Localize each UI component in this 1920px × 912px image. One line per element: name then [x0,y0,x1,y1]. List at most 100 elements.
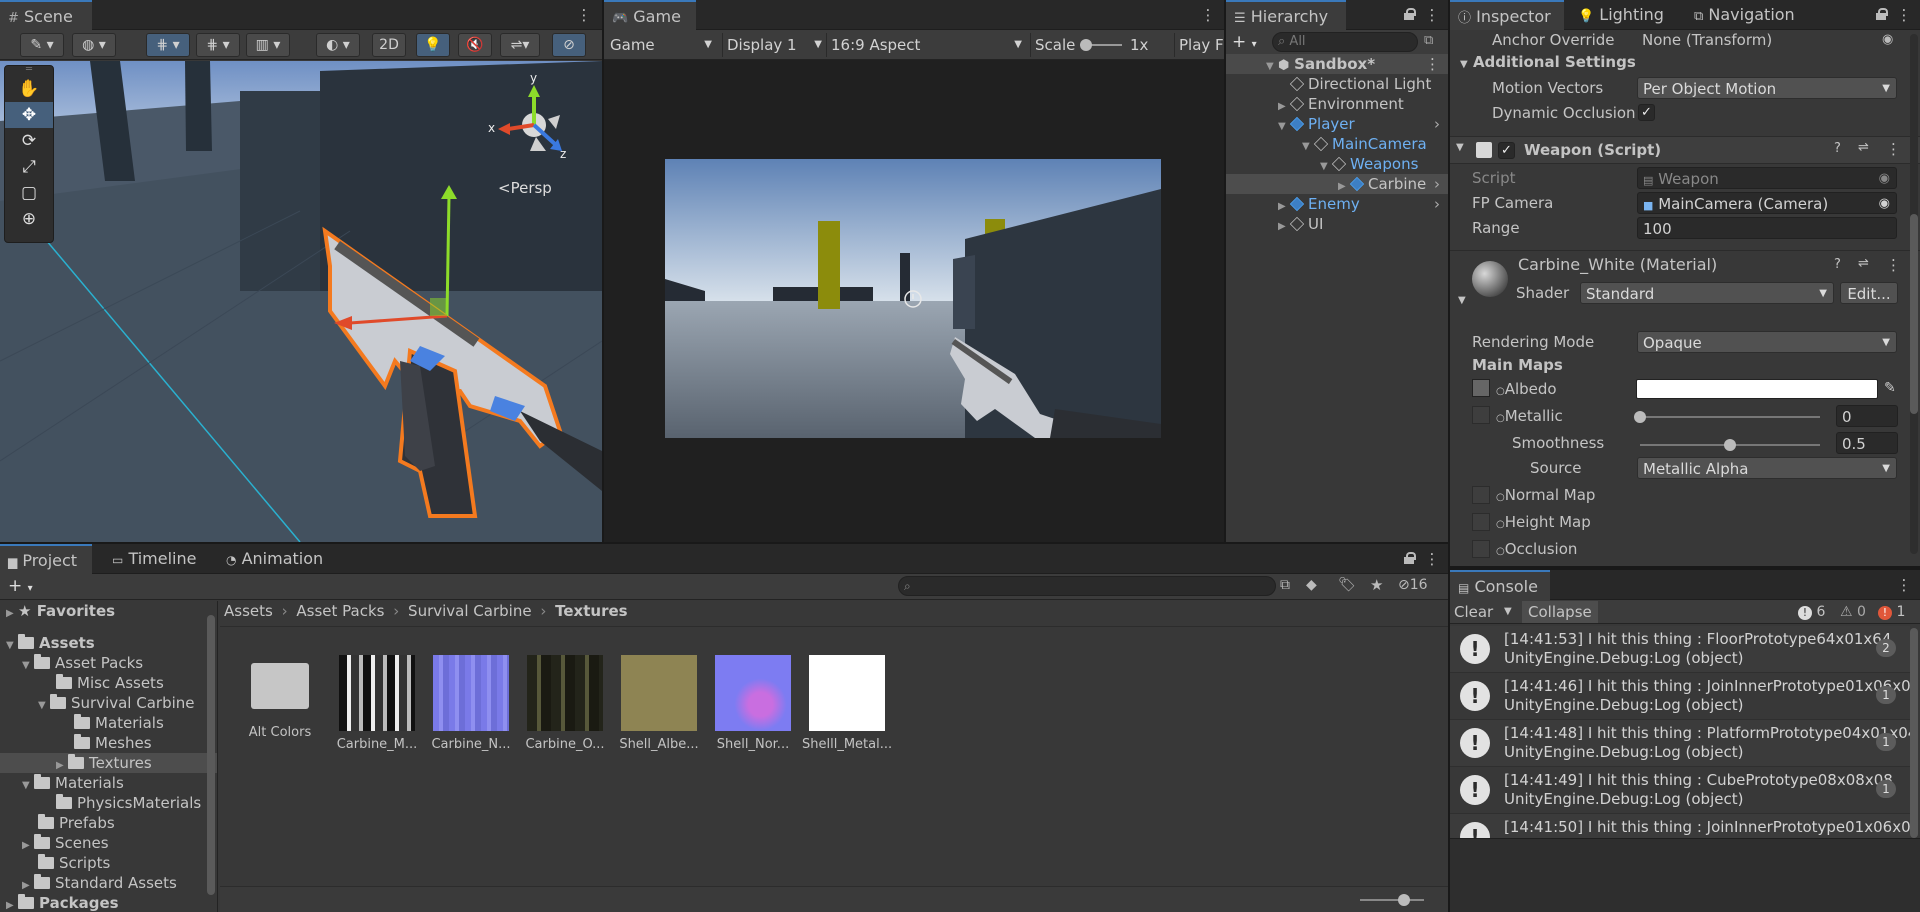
asset-shell-albedo[interactable]: Shell_Albe... [614,655,704,752]
effects-toggle-icon[interactable]: ⇌▾ [500,33,540,57]
tab-scene[interactable]: # Scene [0,0,92,30]
inspector-scrollbar[interactable] [1910,34,1918,554]
asset-carbine-o[interactable]: Carbine_O... [520,655,610,752]
smoothness-slider[interactable] [1640,439,1820,451]
preset-icon[interactable]: ⇌ [1858,256,1869,271]
tree-item-materials[interactable]: Materials [0,713,217,733]
toggle-2d-button[interactable]: 2D [372,33,406,57]
hierarchy-item-weapons[interactable]: ▼ Weapons [1226,154,1448,174]
console-menu-icon[interactable]: ⋮ [1896,570,1912,600]
chevron-right-icon[interactable]: › [1434,174,1440,194]
inspector-scrollbar-thumb[interactable] [1910,214,1918,414]
help-icon[interactable]: ? [1834,257,1841,272]
aspect-dropdown[interactable]: 16:9 Aspect ▼ [826,33,1026,57]
smoothness-slider-thumb[interactable] [1724,439,1736,451]
hierarchy-item-directional-light[interactable]: Directional Light [1226,74,1448,94]
inspector-menu-icon[interactable]: ⋮ [1896,0,1912,30]
height-map-texture-slot[interactable] [1472,513,1490,531]
filter-by-type-icon[interactable]: ◆ [1306,577,1317,593]
hierarchy-item-environment[interactable]: ▶ Environment [1226,94,1448,114]
hidden-packages-toggle[interactable]: ⊘16 [1398,577,1428,593]
draw-mode-button[interactable]: ✎ ▾ [20,33,64,57]
component-menu-icon[interactable]: ⋮ [1886,140,1901,158]
log-entry[interactable]: ! [14:41:46] I hit this thing : JoinInne… [1450,673,1910,720]
transform-tool-icon[interactable]: ⊕ [5,206,53,232]
orientation-gizmo[interactable]: y x z [486,71,576,161]
lock-icon[interactable] [1404,8,1416,20]
log-filter-toggle[interactable]: ! 6 [1798,602,1825,622]
chevron-right-icon[interactable]: › [1434,114,1440,134]
hierarchy-item-enemy[interactable]: ▶ Enemy › [1226,194,1448,214]
play-focused-dropdown[interactable]: Play F [1174,33,1224,57]
asset-alt-colors[interactable]: Alt Colors [240,655,320,740]
hierarchy-item-sandbox[interactable]: ▼ ⬢ Sandbox* ⋮ [1226,54,1448,74]
range-field[interactable]: 100 [1637,217,1897,239]
tree-item-asset-packs[interactable]: ▼ Asset Packs [0,653,217,673]
albedo-texture-slot[interactable] [1472,379,1490,397]
favorites-foldout[interactable]: ▶ ★ Favorites [0,601,217,621]
rendering-mode-dropdown[interactable]: Opaque ▼ [1637,331,1897,353]
clear-options-dropdown[interactable]: ▼ [1504,601,1512,623]
chevron-right-icon[interactable]: › [1434,194,1440,214]
tab-project[interactable]: ▆ Project [0,544,92,574]
game-menu-icon[interactable]: ⋮ [1200,0,1216,30]
thumbnail-size-thumb[interactable] [1398,894,1410,906]
tree-item-assets[interactable]: ▼ Assets [0,633,217,653]
game-view-dropdown[interactable]: Game ▼ [606,33,716,57]
tree-item-survival-carbine[interactable]: ▼ Survival Carbine [0,693,217,713]
metallic-texture-slot[interactable] [1472,406,1490,424]
foldout-arrow-icon[interactable]: ▼ [1458,295,1466,306]
target-picker-icon[interactable]: ◉ [1882,32,1893,47]
hierarchy-item-player[interactable]: ▼ Player › [1226,114,1448,134]
hierarchy-search-input[interactable]: ⌕ All [1272,32,1418,52]
search-by-type-icon[interactable]: ⧉ [1280,577,1290,593]
asset-shell-metallic[interactable]: Shelll_Metal... [802,655,892,752]
clear-button[interactable]: Clear [1454,601,1493,623]
breadcrumb-assets[interactable]: Assets [224,602,273,620]
source-dropdown[interactable]: Metallic Alpha ▼ [1637,457,1897,479]
breadcrumb-asset-packs[interactable]: Asset Packs [296,602,384,620]
warning-filter-toggle[interactable]: ⚠ 0 [1840,602,1866,622]
hierarchy-menu-icon[interactable]: ⋮ [1424,0,1440,30]
rotate-tool-icon[interactable]: ⟳ [5,128,53,154]
albedo-color-field[interactable] [1636,379,1878,399]
metallic-slider-thumb[interactable] [1634,411,1646,423]
search-options-icon[interactable]: ⧉ [1424,33,1433,48]
tree-scrollbar[interactable] [207,615,215,895]
motion-vectors-dropdown[interactable]: Per Object Motion ▼ [1637,77,1897,99]
scene-menu-kebab-icon[interactable]: ⋮ [1425,54,1440,74]
scale-tool-icon[interactable]: ⤢ [5,154,53,180]
log-entry[interactable]: ! [14:41:49] I hit this thing : CubeProt… [1450,767,1910,814]
hidden-objects-toggle-icon[interactable]: ⊘ [552,33,586,57]
persp-toggle[interactable]: <Persp [498,179,552,197]
material-menu-icon[interactable]: ⋮ [1886,256,1901,274]
console-scrollbar[interactable] [1910,628,1918,838]
shader-dropdown[interactable]: Standard ▼ [1580,282,1834,304]
scene-menu-icon[interactable]: ⋮ [576,0,592,30]
tree-item-physics-materials[interactable]: PhysicsMaterials [0,793,217,813]
tree-item-scripts[interactable]: Scripts [0,853,217,873]
lock-icon[interactable] [1404,552,1416,564]
move-tool-icon[interactable]: ✥ [5,102,53,128]
project-menu-icon[interactable]: ⋮ [1424,544,1440,574]
game-viewport[interactable] [665,159,1161,438]
eyedropper-icon[interactable]: ✎ [1884,380,1896,396]
tab-lighting[interactable]: 💡 Lighting [1570,0,1672,30]
tree-item-scenes[interactable]: ▶ Scenes [0,833,217,853]
tree-item-materials-root[interactable]: ▼ Materials [0,773,217,793]
tab-timeline[interactable]: ▭ Timeline [104,544,204,574]
log-entry[interactable]: ! [14:41:48] I hit this thing : Platform… [1450,720,1910,767]
scene-viewport[interactable]: y x z <Persp ═ ✋ ✥ ⟳ ⤢ ▢ ⊕ [0,61,602,542]
tab-console[interactable]: ▤ Console [1450,570,1550,600]
breadcrumb-survival-carbine[interactable]: Survival Carbine [408,602,532,620]
dynamic-occlusion-checkbox[interactable]: ✓ [1638,104,1655,121]
grid-visibility-button[interactable]: ▥ ▾ [246,33,290,57]
hierarchy-item-carbine[interactable]: ▶ Carbine › [1226,174,1448,194]
fp-camera-field[interactable]: ■ MainCamera (Camera) ◉ [1637,192,1897,214]
audio-toggle-icon[interactable]: 🔇 [458,33,492,57]
tab-inspector[interactable]: ⓘ Inspector [1450,0,1564,30]
tree-item-textures[interactable]: ▶ Textures [0,753,217,773]
anchor-override-value[interactable]: None (Transform) [1642,30,1772,50]
filter-by-label-icon[interactable]: 🏷 [1338,577,1356,593]
tree-item-misc-assets[interactable]: Misc Assets [0,673,217,693]
